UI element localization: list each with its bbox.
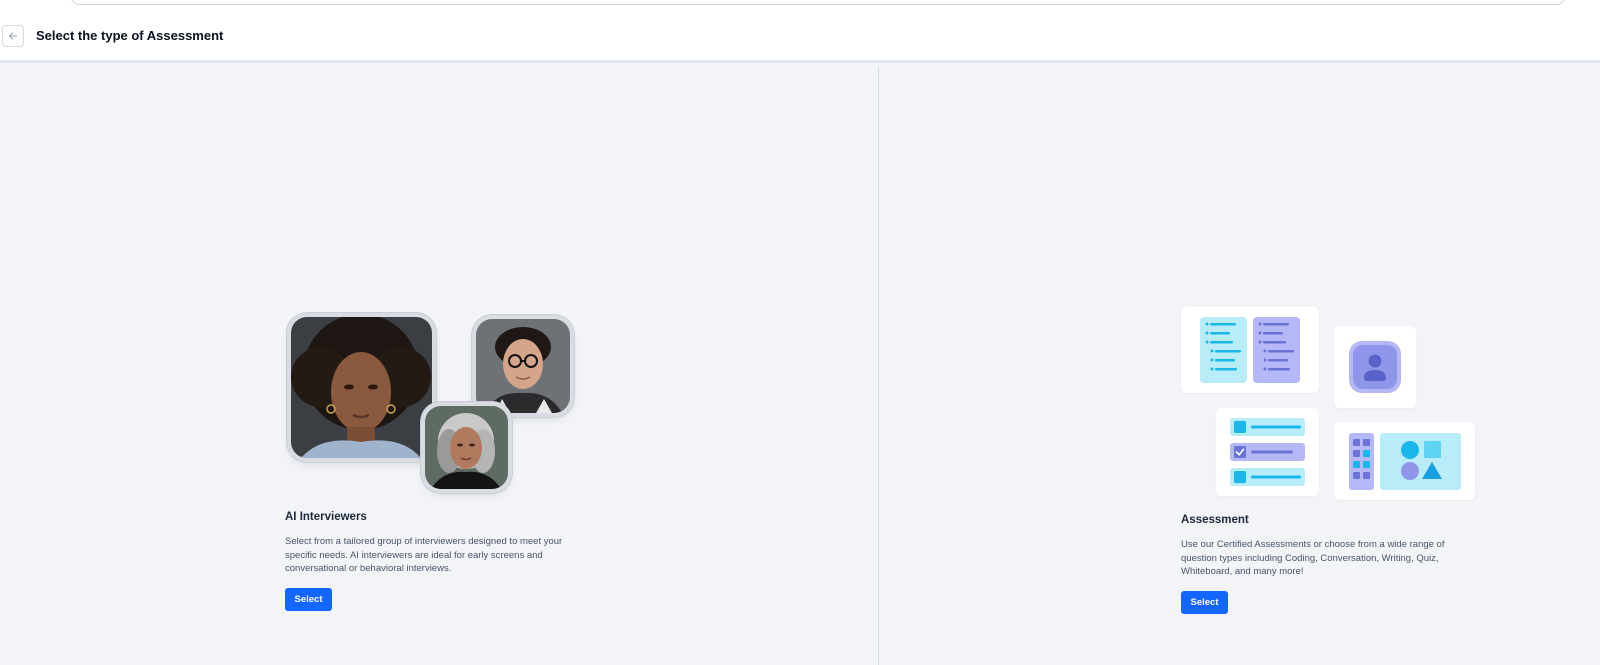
- assessment-type-options: AI Interviewers Select from a tailored g…: [0, 66, 1600, 665]
- page-header: Select the type of Assessment: [0, 10, 1600, 63]
- back-button[interactable]: [2, 25, 24, 47]
- panel-divider: [878, 66, 879, 665]
- address-bar-edge: [70, 0, 1566, 5]
- assessment-select-button[interactable]: Select: [1181, 591, 1228, 614]
- ai-interviewers-title: AI Interviewers: [285, 511, 367, 523]
- documents-illustration-tile: [1181, 307, 1319, 393]
- assessment-description: Use our Certified Assessments or choose …: [1181, 539, 1445, 577]
- documents-icon: [1200, 317, 1300, 383]
- interviewer-portrait-older-woman: [425, 406, 508, 489]
- user-illustration-tile: [1334, 326, 1416, 408]
- shapes-grid-icon: [1349, 433, 1461, 490]
- interviewer-portrait-woman: [291, 317, 432, 458]
- interviewer-portrait-man: [476, 319, 570, 413]
- ai-interviewers-description: Select from a tailored group of intervie…: [285, 536, 563, 574]
- browser-top-strip: [0, 0, 1600, 10]
- assessment-title: Assessment: [1181, 514, 1249, 526]
- shapes-illustration-tile: [1334, 422, 1475, 500]
- checklist-icon: [1230, 418, 1305, 486]
- arrow-left-icon: [8, 32, 18, 40]
- ai-interviewers-select-button[interactable]: Select: [285, 588, 332, 611]
- user-icon: [1349, 341, 1401, 393]
- checklist-illustration-tile: [1216, 408, 1319, 496]
- page-title: Select the type of Assessment: [36, 28, 224, 43]
